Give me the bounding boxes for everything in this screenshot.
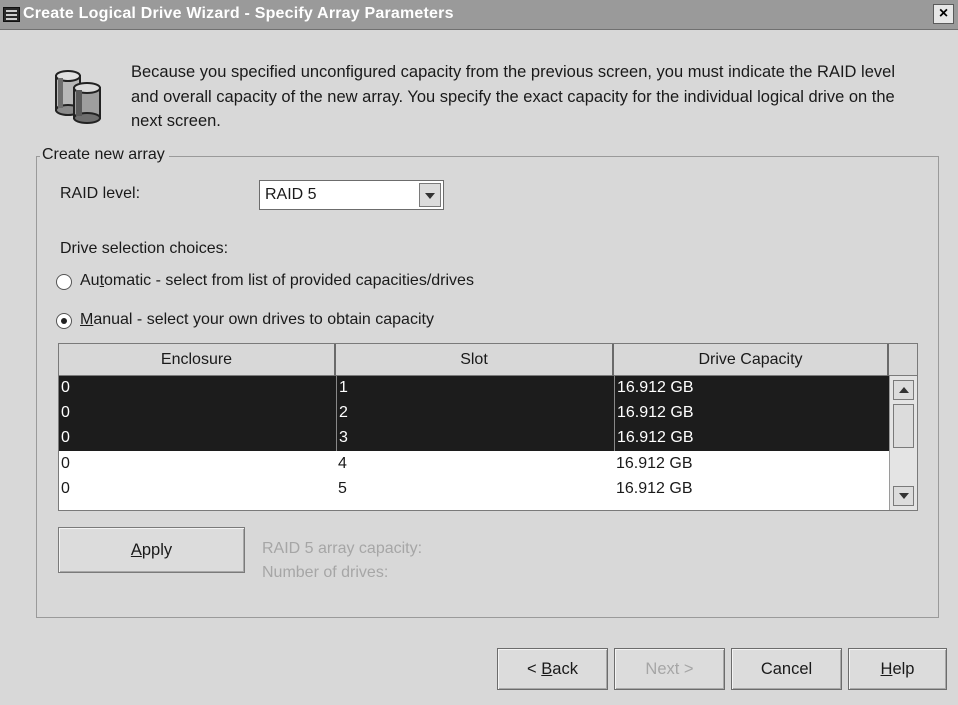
column-header-capacity[interactable]: Drive Capacity (614, 344, 889, 376)
drive-selection-label: Drive selection choices: (60, 240, 229, 257)
table-row[interactable]: 0 2 16.912 GB (59, 401, 889, 426)
cancel-button[interactable]: Cancel (731, 648, 842, 690)
table-row[interactable]: 0 4 16.912 GB (59, 452, 889, 477)
cell-enclosure: 0 (61, 429, 70, 446)
raid-level-select[interactable]: RAID 5 (259, 180, 444, 210)
scroll-up-arrow-icon[interactable] (893, 380, 914, 400)
raid-level-label: RAID level: (60, 185, 141, 202)
cell-capacity: 16.912 GB (616, 480, 693, 497)
array-capacity-label: RAID 5 array capacity: (262, 540, 423, 557)
window-title: Create Logical Drive Wizard - Specify Ar… (23, 5, 454, 22)
manual-radio-label: Manual - select your own drives to obtai… (80, 311, 434, 328)
cell-enclosure: 0 (61, 480, 70, 497)
cell-enclosure: 0 (61, 404, 70, 421)
table-header: Enclosure Slot Drive Capacity (59, 344, 889, 376)
table-scrollbar[interactable] (889, 376, 917, 510)
cell-capacity: 16.912 GB (616, 455, 693, 472)
manual-radio[interactable] (56, 313, 72, 329)
drive-array-icon (55, 70, 101, 124)
apply-button[interactable]: Apply (58, 527, 245, 573)
back-button[interactable]: < Back (497, 648, 608, 690)
cell-enclosure: 0 (61, 379, 70, 396)
drive-cylinder-front (73, 82, 101, 124)
close-button[interactable]: × (933, 4, 954, 24)
cell-slot: 2 (336, 401, 614, 426)
chevron-down-icon[interactable] (419, 183, 441, 207)
scroll-thumb[interactable] (893, 404, 914, 448)
automatic-radio-label: Automatic - select from list of provided… (80, 272, 474, 289)
wizard-window: Create Logical Drive Wizard - Specify Ar… (0, 0, 958, 705)
cell-capacity: 16.912 GB (614, 426, 889, 451)
table-row[interactable]: 0 5 16.912 GB (59, 477, 889, 502)
column-header-slot[interactable]: Slot (336, 344, 614, 376)
title-bar[interactable]: Create Logical Drive Wizard - Specify Ar… (0, 0, 958, 30)
cell-slot: 3 (336, 426, 614, 451)
table-row[interactable]: 0 1 16.912 GB (59, 376, 889, 401)
group-legend: Create new array (40, 146, 169, 164)
cell-slot: 4 (338, 455, 347, 472)
scroll-down-arrow-icon[interactable] (893, 486, 914, 506)
column-header-enclosure[interactable]: Enclosure (59, 344, 336, 376)
raid-level-value: RAID 5 (265, 186, 317, 203)
cell-slot: 1 (336, 376, 614, 401)
drive-table: Enclosure Slot Drive Capacity 0 1 16.912… (58, 343, 918, 511)
table-row[interactable]: 0 3 16.912 GB (59, 426, 889, 451)
automatic-radio[interactable] (56, 274, 72, 290)
number-of-drives-label: Number of drives: (262, 564, 389, 581)
help-button[interactable]: Help (848, 648, 947, 690)
table-body: 0 1 16.912 GB 0 2 16.912 GB 0 3 16.912 G… (59, 376, 889, 510)
cell-capacity: 16.912 GB (614, 401, 889, 426)
cell-capacity: 16.912 GB (614, 376, 889, 401)
cell-slot: 5 (338, 480, 347, 497)
next-button[interactable]: Next > (614, 648, 725, 690)
cell-enclosure: 0 (61, 455, 70, 472)
table-corner (889, 344, 917, 376)
window-icon (3, 7, 20, 22)
intro-text: Because you specified unconfigured capac… (131, 63, 895, 130)
